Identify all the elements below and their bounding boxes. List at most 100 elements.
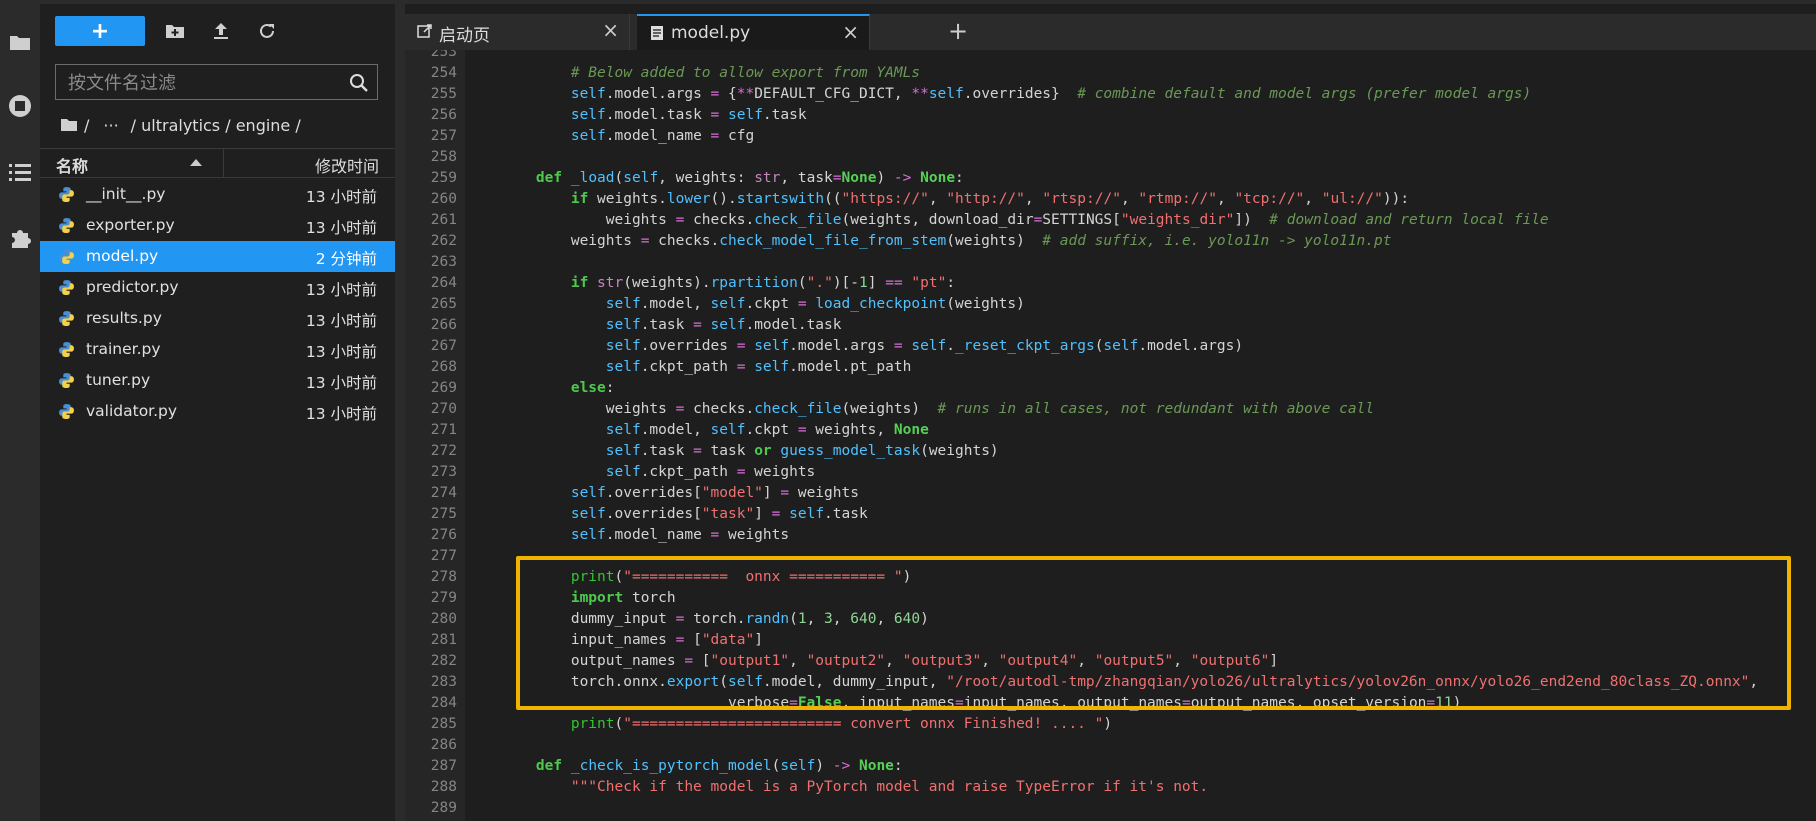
file-row[interactable]: validator.py 13 小时前 (40, 396, 395, 427)
line-number: 277 (430, 548, 457, 564)
line-text: self.overrides = self.model.args = self.… (605, 338, 1244, 354)
file-modified-time: 13 小时前 (305, 281, 377, 299)
modified-column-header[interactable]: 修改时间 (315, 153, 379, 177)
line-number: 275 (430, 506, 457, 522)
line-number: 262 (430, 233, 457, 249)
line-number: 265 (430, 296, 457, 312)
line-number: 269 (430, 380, 457, 396)
code-line: 269 else: (405, 378, 1816, 399)
new-folder-icon[interactable] (162, 18, 188, 44)
line-number: 280 (430, 611, 457, 627)
file-filter-input[interactable] (56, 65, 350, 101)
code-line: 261 weights = checks.check_file(weights,… (405, 210, 1816, 231)
file-name: exporter.py (86, 216, 175, 234)
sort-ascending-icon[interactable] (190, 159, 202, 166)
python-file-icon (59, 249, 74, 264)
file-row[interactable]: predictor.py 13 小时前 (40, 272, 395, 303)
file-row[interactable]: trainer.py 13 小时前 (40, 334, 395, 365)
file-row[interactable]: exporter.py 13 小时前 (40, 210, 395, 241)
code-line: 288 """Check if the model is a PyTorch m… (405, 777, 1816, 798)
code-editor[interactable]: 253 254 # Below added to allow export fro… (405, 50, 1816, 821)
list-icon[interactable] (4, 156, 36, 188)
line-number: 273 (430, 464, 457, 480)
tab-launcher[interactable]: 启动页 × (405, 14, 630, 50)
line-text: weights = checks.check_file(weights, dow… (501, 212, 1549, 228)
add-tab-icon[interactable]: + (944, 18, 972, 46)
python-file-icon (59, 280, 74, 295)
line-number: 276 (430, 527, 457, 543)
line-number: 261 (430, 212, 457, 228)
line-text: self.ckpt_path = self.model.pt_path (605, 359, 912, 375)
home-folder-icon[interactable] (60, 118, 78, 132)
breadcrumb: / ··· / ultralytics / engine / (60, 114, 301, 136)
activity-bar (0, 4, 41, 821)
tab-label: model.py (671, 23, 751, 43)
line-number: 271 (430, 422, 457, 438)
breadcrumb-root[interactable]: / (84, 116, 89, 135)
line-text: weights = checks.check_file(weights) # r… (501, 401, 1375, 417)
breadcrumb-ellipsis[interactable]: ··· (103, 116, 118, 135)
file-modified-time: 13 小时前 (305, 188, 377, 206)
column-divider[interactable] (223, 149, 224, 177)
file-list: __init__.py 13 小时前 exporter.py 13 小时前 model.… (40, 179, 395, 427)
folder-icon[interactable] (4, 26, 36, 58)
line-number: 272 (430, 443, 457, 459)
file-list-header: 名称 修改时间 (40, 148, 395, 178)
line-text: self.ckpt_path = weights (605, 464, 816, 480)
name-column-header[interactable]: 名称 (56, 153, 88, 177)
extension-icon[interactable] (4, 222, 36, 254)
line-text: print("======================== convert … (570, 716, 1113, 732)
line-text: weights = checks.check_model_file_from_s… (501, 233, 1392, 249)
file-row[interactable]: tuner.py 13 小时前 (40, 365, 395, 396)
code-line: 273 self.ckpt_path = weights (405, 462, 1816, 483)
python-file-icon (59, 218, 74, 233)
breadcrumb-path[interactable]: / ultralytics / engine / (131, 116, 301, 135)
file-name: model.py (86, 247, 159, 265)
code-line: 257 self.model_name = cfg (405, 126, 1816, 147)
line-number: 287 (430, 758, 457, 774)
launcher-icon (417, 24, 432, 38)
line-number: 278 (430, 569, 457, 585)
code-line: 287 def _check_is_pytorch_model(self) ->… (405, 756, 1816, 777)
close-icon[interactable]: × (842, 20, 859, 44)
code-line: 260 if weights.lower().startswith(("http… (405, 189, 1816, 210)
tab-model-py[interactable]: model.py × (637, 14, 870, 50)
line-text: # Below added to allow export from YAMLs (570, 65, 921, 81)
code-line: 272 self.task = task or guess_model_task… (405, 441, 1816, 462)
file-modified-time: 13 小时前 (305, 219, 377, 237)
line-number: 254 (430, 65, 457, 81)
new-launcher-button[interactable]: + (55, 16, 145, 46)
line-number: 285 (430, 716, 457, 732)
code-line: 258 (405, 147, 1816, 168)
code-line: 255 self.model.args = {**DEFAULT_CFG_DIC… (405, 84, 1816, 105)
line-number: 266 (430, 317, 457, 333)
line-text: self.model.args = {**DEFAULT_CFG_DICT, *… (570, 86, 1532, 102)
search-icon[interactable] (349, 73, 369, 93)
file-name: predictor.py (86, 278, 179, 296)
code-line: 274 self.overrides["model"] = weights (405, 483, 1816, 504)
code-line: 267 self.overrides = self.model.args = s… (405, 336, 1816, 357)
close-icon[interactable]: × (602, 18, 619, 42)
python-file-icon (59, 187, 74, 202)
panel-splitter[interactable] (395, 4, 405, 821)
code-line: 265 self.model, self.ckpt = load_checkpo… (405, 294, 1816, 315)
line-number: 256 (430, 107, 457, 123)
python-file-icon (59, 404, 74, 419)
file-row[interactable]: model.py 2 分钟前 (40, 241, 395, 272)
upload-icon[interactable] (208, 18, 234, 44)
file-row[interactable]: __init__.py 13 小时前 (40, 179, 395, 210)
code-line: 256 self.model.task = self.task (405, 105, 1816, 126)
refresh-icon[interactable] (254, 18, 280, 44)
file-row[interactable]: results.py 13 小时前 (40, 303, 395, 334)
line-number: 282 (430, 653, 457, 669)
running-icon[interactable] (4, 90, 36, 122)
line-text: self.overrides["task"] = self.task (570, 506, 868, 522)
line-number: 279 (430, 590, 457, 606)
code-line: 285 print("======================== conv… (405, 714, 1816, 735)
python-file-icon (59, 342, 74, 357)
line-number: 267 (430, 338, 457, 354)
python-file-icon (59, 311, 74, 326)
tab-label: 启动页 (439, 26, 490, 46)
line-number: 270 (430, 401, 457, 417)
code-line: 276 self.model_name = weights (405, 525, 1816, 546)
